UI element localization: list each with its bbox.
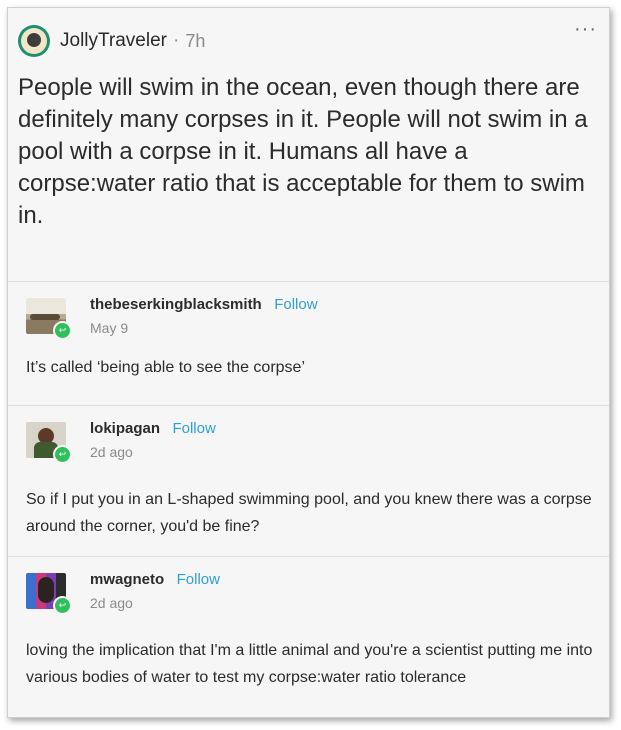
post-header: JollyTraveler · 7h (18, 24, 205, 58)
post-body: People will swim in the ocean, even thou… (18, 74, 588, 229)
reply-text: loving the implication that I'm a little… (26, 642, 593, 686)
follow-button[interactable]: Follow (177, 571, 220, 588)
reply-username[interactable]: mwagneto (90, 571, 164, 588)
reply-meta: thebeserkingblacksmith Follow May 9 (90, 296, 318, 336)
reply-item: ↩ lokipagan Follow 2d ago So if I put yo… (8, 406, 609, 557)
follow-button[interactable]: Follow (172, 420, 215, 437)
reply-avatar[interactable]: ↩ (26, 422, 72, 464)
avatar-face (27, 33, 41, 47)
reply-time: 2d ago (90, 595, 133, 611)
reply-item: ↩ mwagneto Follow 2d ago loving the impl… (8, 557, 609, 717)
author-name[interactable]: JollyTraveler (60, 30, 167, 52)
more-options-icon[interactable]: ··· (574, 18, 597, 41)
reply-text: So if I put you in an L-shaped swimming … (26, 491, 592, 535)
post-time: 7h (185, 30, 206, 51)
reply-item: ↩ thebeserkingblacksmith Follow May 9 It… (8, 282, 609, 406)
reply-avatar[interactable]: ↩ (26, 298, 72, 340)
separator-dot: · (173, 30, 180, 51)
follow-button[interactable]: Follow (274, 296, 317, 313)
reply-username[interactable]: lokipagan (90, 420, 160, 437)
reply-meta: mwagneto Follow 2d ago (90, 571, 220, 611)
reply-badge-icon: ↩ (53, 445, 72, 464)
reply-username[interactable]: thebeserkingblacksmith (90, 296, 262, 313)
post-card: JollyTraveler · 7h ··· People will swim … (7, 7, 610, 718)
author-avatar[interactable] (18, 25, 50, 57)
reply-avatar[interactable]: ↩ (26, 573, 72, 615)
reply-badge-icon: ↩ (53, 596, 72, 615)
original-post: JollyTraveler · 7h ··· People will swim … (8, 8, 609, 282)
reply-badge-icon: ↩ (53, 321, 72, 340)
reply-text: It’s called ‘being able to see the corps… (26, 359, 305, 376)
reply-time: May 9 (90, 320, 129, 336)
reply-meta: lokipagan Follow 2d ago (90, 420, 216, 460)
reply-time: 2d ago (90, 444, 133, 460)
